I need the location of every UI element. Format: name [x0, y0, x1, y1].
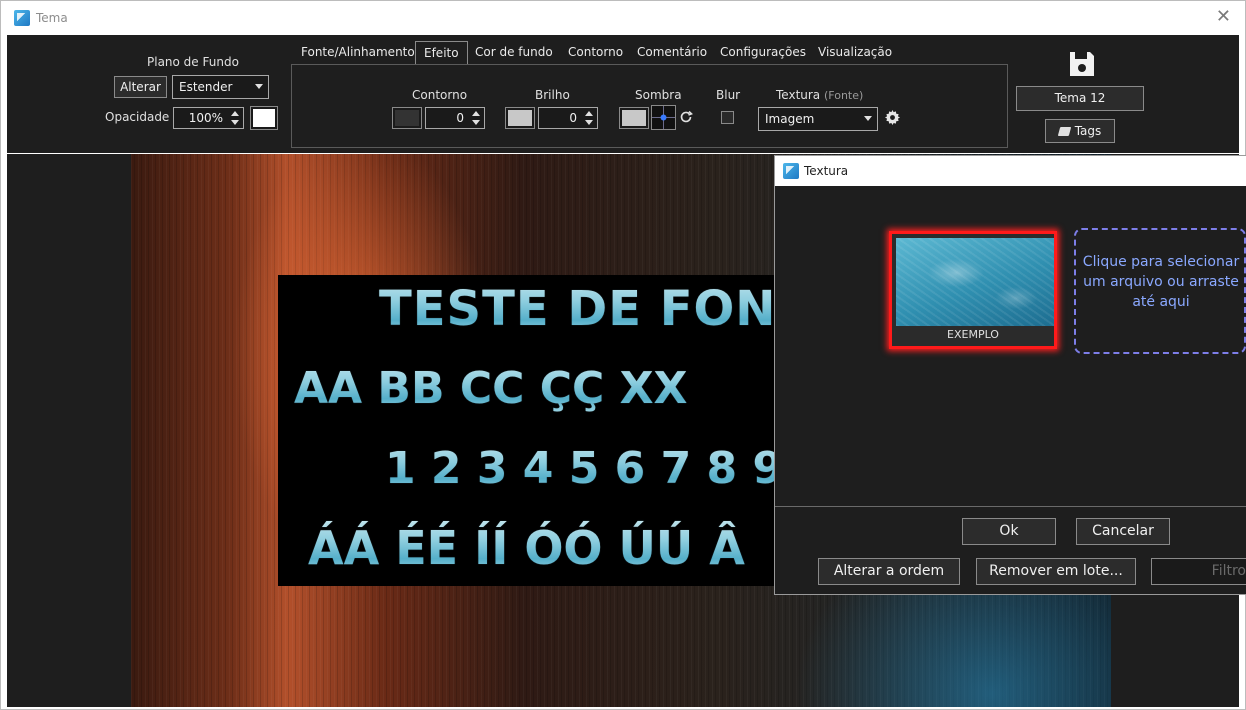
- shadow-color-swatch[interactable]: [619, 107, 649, 129]
- tags-button[interactable]: Tags: [1045, 119, 1115, 143]
- text-preview-box: TESTE DE FON AA BB CC ÇÇ XX 1 2 3 4 5 6 …: [278, 275, 775, 586]
- tab-preview[interactable]: Visualização: [818, 45, 892, 64]
- stepper-arrows[interactable]: [583, 109, 595, 127]
- tab-background-color[interactable]: Cor de fundo: [475, 45, 553, 64]
- tab-effect[interactable]: Efeito: [415, 41, 468, 65]
- cancel-button[interactable]: Cancelar: [1076, 518, 1170, 545]
- effect-panel: [291, 64, 1008, 148]
- preview-line-3: 1 2 3 4 5 6 7 8 9: [385, 443, 775, 494]
- arrow-down-icon[interactable]: [472, 120, 480, 125]
- texture-thumbnail-image: [896, 238, 1054, 326]
- change-background-button[interactable]: Alterar: [114, 76, 167, 98]
- floppy-disk-icon[interactable]: [1068, 50, 1096, 81]
- stepper-arrows[interactable]: [229, 109, 241, 127]
- filter-input[interactable]: Filtro: [1151, 558, 1246, 585]
- shadow-direction-picker[interactable]: [651, 105, 676, 130]
- texture-thumbnail-selected[interactable]: EXEMPLO: [889, 231, 1057, 349]
- texture-type-select[interactable]: Imagem: [758, 107, 878, 131]
- preview-line-2: AA BB CC ÇÇ XX: [294, 363, 688, 414]
- brightness-label: Brilho: [535, 88, 570, 102]
- app-icon: [783, 163, 799, 179]
- swatch-fill: [622, 110, 646, 126]
- swatch-fill: [253, 109, 275, 127]
- tag-icon: [1057, 127, 1071, 136]
- preview-line-1: TESTE DE FON: [379, 281, 775, 337]
- ok-button[interactable]: Ok: [962, 518, 1056, 545]
- texture-dialog: Textura EXEMPLO Clique para selecionar u…: [774, 155, 1246, 595]
- outline-color-swatch[interactable]: [392, 107, 422, 129]
- refresh-icon[interactable]: [679, 110, 693, 127]
- tab-settings[interactable]: Configurações: [720, 45, 806, 64]
- brightness-stepper[interactable]: 0: [538, 107, 598, 129]
- outline-label: Contorno: [412, 88, 468, 102]
- tab-font-alignment[interactable]: Fonte/Alinhamento: [301, 45, 415, 64]
- file-drop-zone[interactable]: Clique para selecionar um arquivo ou arr…: [1074, 228, 1246, 354]
- theme-name-field[interactable]: Tema 12: [1016, 86, 1144, 111]
- stepper-arrows[interactable]: [470, 109, 482, 127]
- background-mode-select[interactable]: Estender: [172, 75, 269, 99]
- opacity-label: Opacidade: [105, 110, 170, 124]
- chevron-down-icon: [255, 84, 263, 89]
- batch-remove-button[interactable]: Remover em lote...: [976, 558, 1136, 585]
- swatch-fill: [508, 110, 532, 126]
- dialog-title-bar: Textura: [775, 156, 1246, 186]
- preview-line-4: ÁÁ ÉÉ ÍÍ ÓÓ ÚÚ Â: [308, 521, 745, 575]
- title-bar: Tema ✕: [1, 1, 1245, 35]
- dialog-title: Textura: [804, 164, 849, 178]
- tags-button-label: Tags: [1074, 124, 1102, 138]
- opacity-stepper[interactable]: 100%: [173, 107, 244, 129]
- texture-type-value: Imagem: [765, 112, 815, 126]
- crosshair-icon: [652, 106, 675, 129]
- texture-thumbnail-label: EXEMPLO: [947, 328, 999, 341]
- background-mode-value: Estender: [179, 80, 233, 94]
- app-icon: [14, 10, 30, 26]
- blur-label: Blur: [716, 88, 741, 102]
- arrow-up-icon[interactable]: [585, 111, 593, 116]
- arrow-down-icon[interactable]: [231, 120, 239, 125]
- close-icon[interactable]: ✕: [1216, 7, 1231, 27]
- background-label: Plano de Fundo: [147, 55, 239, 69]
- brightness-color-swatch[interactable]: [505, 107, 535, 129]
- texture-label: Textura (Fonte): [776, 88, 863, 102]
- brightness-value: 0: [569, 111, 577, 125]
- window-title: Tema: [36, 11, 68, 25]
- outline-value: 0: [456, 111, 464, 125]
- gear-icon[interactable]: [885, 110, 900, 128]
- arrow-down-icon[interactable]: [585, 120, 593, 125]
- texture-list: EXEMPLO Clique para selecionar um arquiv…: [775, 186, 1246, 507]
- texture-label-text: Textura: [776, 88, 821, 102]
- theme-window: Tema ✕ Plano de Fundo Alterar Estender O…: [0, 0, 1246, 710]
- chevron-down-icon: [864, 116, 872, 121]
- swatch-fill: [395, 110, 419, 126]
- background-color-swatch[interactable]: [250, 106, 278, 130]
- arrow-up-icon[interactable]: [472, 111, 480, 116]
- tab-outline[interactable]: Contorno: [568, 45, 623, 64]
- drop-zone-text: Clique para selecionar um arquivo ou arr…: [1082, 254, 1240, 310]
- opacity-value: 100%: [188, 111, 223, 125]
- reorder-button[interactable]: Alterar a ordem: [818, 558, 960, 585]
- texture-sublabel: (Fonte): [824, 89, 864, 102]
- filter-placeholder: Filtro: [1211, 563, 1246, 579]
- blur-checkbox[interactable]: [721, 111, 734, 124]
- tab-comment[interactable]: Comentário: [637, 45, 707, 64]
- outline-stepper[interactable]: 0: [425, 107, 485, 129]
- shadow-label: Sombra: [635, 88, 682, 102]
- arrow-up-icon[interactable]: [231, 111, 239, 116]
